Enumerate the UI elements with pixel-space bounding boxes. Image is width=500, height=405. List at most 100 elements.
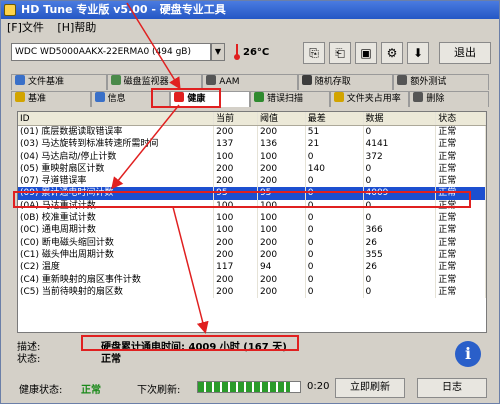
table-cell: 正常 [436, 236, 486, 249]
table-cell: 正常 [436, 126, 486, 139]
benchmark-icon [15, 92, 25, 102]
tab-label: 文件基准 [28, 77, 65, 87]
temperature-readout: 26°C [243, 47, 270, 58]
column-header[interactable]: ID [18, 112, 215, 125]
options-button[interactable]: ⚙ [381, 42, 403, 64]
health-status-label: 健康状态: [19, 385, 63, 396]
tab-label: 错误扫描 [267, 94, 304, 104]
column-header[interactable]: 最差 [306, 112, 364, 125]
table-cell: 136 [258, 138, 306, 151]
monitor-icon [110, 75, 121, 85]
table-cell: (C0) 断电磁头缩回计数 [18, 236, 215, 249]
speaker-icon [206, 75, 217, 85]
table-body: (01) 底层数据读取错误率 200 200 51 0 正常 (03) 马达旋转到标准转速所… [18, 126, 486, 299]
copy-text-button[interactable]: ⎘ [303, 42, 325, 64]
table-row[interactable]: (03) 马达旋转到标准转速所需时间 137 136 21 4141 正常 [18, 138, 486, 151]
table-cell: 0 [364, 212, 437, 225]
table-cell: 200 [214, 175, 258, 188]
status-label: 状态: [17, 354, 41, 365]
description-highlight [81, 335, 299, 351]
info-icon[interactable]: i [455, 341, 481, 367]
column-header[interactable]: 状态 [436, 112, 486, 125]
tab-file[interactable]: 文件基准 [11, 74, 107, 90]
table-cell: 0 [306, 150, 364, 163]
tab-scan[interactable]: 错误扫描 [250, 91, 330, 107]
menu-bar: [F]文件 [H]帮助 [1, 19, 499, 37]
chevron-down-icon[interactable]: ▼ [211, 43, 225, 61]
table-cell: 200 [214, 126, 258, 139]
smart-table: ID 当前 阈值 最差 数据 状态 (01) 底层数据读取错误率 200 200 51 0 正常 (0… [17, 111, 487, 333]
health-status-value: 正常 [81, 385, 101, 396]
table-cell: 26 [364, 261, 437, 274]
refresh-now-button[interactable]: 立即刷新 [335, 378, 405, 398]
tab-extra[interactable]: 额外测试 [393, 74, 489, 90]
menu-file[interactable]: [F]文件 [7, 21, 44, 34]
table-row[interactable]: (01) 底层数据读取错误率 200 200 51 0 正常 [18, 126, 486, 139]
table-row[interactable]: (C0) 断电磁头缩回计数 200 200 0 26 正常 [18, 236, 486, 249]
table-cell: 200 [214, 248, 258, 262]
table-cell: 200 [214, 236, 258, 249]
tab-label: 额外测试 [410, 77, 447, 87]
copy-screenshot-button[interactable]: ⎗ [329, 42, 351, 64]
table-cell: 100 [214, 150, 258, 163]
table-cell: 正常 [436, 212, 486, 225]
table-row[interactable]: (C1) 磁头伸出周期计数 200 200 0 355 正常 [18, 248, 486, 262]
table-row[interactable]: (07) 寻道错误率 200 200 0 0 正常 [18, 175, 486, 188]
download-button[interactable]: ⬇ [407, 42, 429, 64]
table-row[interactable]: (04) 马达启动/停止计数 100 100 0 372 正常 [18, 150, 486, 163]
table-cell: 51 [306, 126, 364, 139]
drive-select[interactable]: WDC WD5000AAKX-22ERMA0 (494 gB) [11, 43, 211, 61]
table-cell: 正常 [436, 248, 486, 262]
exit-button[interactable]: 退出 [439, 42, 491, 64]
tab-folder[interactable]: 文件夹占用率 [329, 91, 410, 107]
table-cell: (C2) 温度 [18, 261, 215, 274]
table-cell: 0 [306, 224, 364, 237]
arrow-down-icon: ⬇ [412, 46, 424, 60]
health-tab-highlight [151, 88, 221, 108]
menu-help[interactable]: [H]帮助 [57, 21, 96, 34]
tab-label: 随机存取 [314, 77, 351, 87]
table-row[interactable]: (C5) 当前待映射的扇区数 200 200 0 0 正常 [18, 285, 486, 299]
table-cell: (C5) 当前待映射的扇区数 [18, 285, 215, 299]
tab-label: 文件夹占用率 [346, 94, 401, 104]
table-cell: (C4) 重新映射的扇区事件计数 [18, 273, 215, 286]
table-cell: 200 [214, 273, 258, 286]
table-row[interactable]: (0B) 校准重试计数 100 100 0 0 正常 [18, 212, 486, 225]
table-cell: 0 [306, 261, 364, 274]
table-row[interactable]: (05) 重映射扇区计数 200 200 140 0 正常 [18, 162, 486, 176]
tab-benchmark[interactable]: 基准 [11, 91, 91, 107]
table-row[interactable]: (C2) 温度 117 94 0 26 正常 [18, 261, 486, 274]
app-window: HD Tune 专业版 v5.00 - 硬盘专业工具 [F]文件 [H]帮助 W… [0, 0, 500, 404]
table-cell: 100 [258, 150, 306, 163]
table-cell: 366 [364, 224, 437, 237]
delete-icon [413, 92, 424, 102]
table-cell: 正常 [436, 138, 486, 151]
column-header[interactable]: 数据 [364, 112, 437, 125]
tab-label: 信息 [107, 94, 126, 104]
table-cell: 0 [364, 285, 437, 299]
table-cell: 200 [258, 248, 306, 262]
scan-icon [254, 92, 265, 102]
status-bar: 健康状态: 正常 下次刷新: 0:20 立即刷新 日志 [1, 375, 499, 403]
log-button[interactable]: 日志 [417, 378, 487, 398]
title-bar: HD Tune 专业版 v5.00 - 硬盘专业工具 [1, 1, 499, 19]
folder-icon [333, 92, 344, 102]
column-header[interactable]: 当前 [214, 112, 258, 125]
column-header[interactable]: 阈值 [258, 112, 306, 125]
table-cell: (05) 重映射扇区计数 [18, 162, 215, 176]
table-row[interactable]: (0C) 通电周期计数 100 100 0 366 正常 [18, 224, 486, 237]
table-cell: (01) 底层数据读取错误率 [18, 126, 215, 139]
table-row[interactable]: (C4) 重新映射的扇区事件计数 200 200 0 0 正常 [18, 273, 486, 286]
tab-random[interactable]: 随机存取 [297, 74, 394, 90]
copy-icon: ⎘ [309, 46, 319, 60]
table-cell: (07) 寻道错误率 [18, 175, 215, 188]
table-cell: 正常 [436, 285, 486, 299]
table-cell: 100 [258, 224, 306, 237]
table-cell: 372 [364, 150, 437, 163]
table-cell: 137 [214, 138, 258, 151]
selected-row-highlight [13, 191, 471, 208]
clipboard-icon: ⎗ [335, 46, 345, 60]
tab-delete[interactable]: 删除 [409, 91, 490, 107]
save-button[interactable]: ▣ [355, 42, 377, 64]
table-cell: 0 [306, 273, 364, 286]
